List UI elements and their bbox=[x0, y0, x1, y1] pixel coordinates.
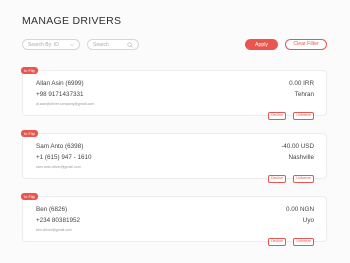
driver-email: al.asin@driver.company@gmail.com bbox=[36, 102, 95, 106]
driver-actions: Decline Unfreeze bbox=[265, 229, 314, 246]
driver-balance: -40.00 USD bbox=[281, 143, 314, 150]
clear-filter-button[interactable]: Clear Filter bbox=[285, 39, 327, 50]
driver-actions: Decline Unfreeze bbox=[265, 103, 314, 120]
search-by-label: Search By: ID bbox=[28, 42, 59, 48]
search-field[interactable] bbox=[87, 39, 139, 50]
driver-phone: +1 (615) 947 - 1610 bbox=[36, 154, 92, 161]
apply-button[interactable]: Apply bbox=[245, 39, 278, 50]
driver-city: Uyo bbox=[302, 217, 314, 224]
status-badge: In Flip bbox=[21, 193, 38, 200]
driver-city: Nashville bbox=[288, 154, 314, 161]
driver-phone: +234 80381952 bbox=[36, 217, 80, 224]
chevron-down-icon bbox=[70, 44, 74, 47]
unfreeze-button[interactable]: Unfreeze bbox=[293, 175, 314, 183]
driver-card: In Flip Allan Asin (6999) +98 9171437331… bbox=[21, 67, 327, 120]
driver-card: In Flip Ben (6826) +234 80381952 ben.dri… bbox=[21, 193, 327, 246]
driver-email: sam.anto.driver@gmail.com bbox=[36, 165, 81, 169]
driver-name: Ben (6826) bbox=[36, 206, 68, 213]
driver-actions: Decline Unfreeze bbox=[265, 166, 314, 183]
filters-bar: Search By: ID Apply Clear Filter bbox=[22, 39, 328, 51]
decline-button[interactable]: Decline bbox=[267, 175, 286, 183]
decline-button[interactable]: Decline bbox=[267, 238, 286, 246]
search-input[interactable] bbox=[93, 41, 129, 48]
driver-card: In Flip Sam Anto (6398) +1 (615) 947 - 1… bbox=[21, 130, 327, 183]
driver-balance: 0.00 NGN bbox=[286, 206, 314, 213]
status-badge: In Flip bbox=[21, 67, 38, 74]
decline-button[interactable]: Decline bbox=[267, 112, 286, 120]
driver-name: Sam Anto (6398) bbox=[36, 143, 84, 150]
driver-email: ben.driver@gmail.com bbox=[36, 228, 73, 232]
unfreeze-button[interactable]: Unfreeze bbox=[293, 238, 314, 246]
page-title: MANAGE DRIVERS bbox=[22, 15, 122, 27]
driver-balance: 0.00 IRR bbox=[289, 80, 314, 87]
status-badge: In Flip bbox=[21, 130, 38, 137]
driver-name: Allan Asin (6999) bbox=[36, 80, 84, 87]
page-container: MANAGE DRIVERS Search By: ID Apply Clear… bbox=[0, 0, 350, 263]
search-by-select[interactable]: Search By: ID bbox=[22, 39, 80, 50]
driver-phone: +98 9171437331 bbox=[36, 91, 84, 98]
unfreeze-button[interactable]: Unfreeze bbox=[293, 112, 314, 120]
driver-city: Tehran bbox=[294, 91, 314, 98]
search-icon bbox=[127, 42, 133, 48]
